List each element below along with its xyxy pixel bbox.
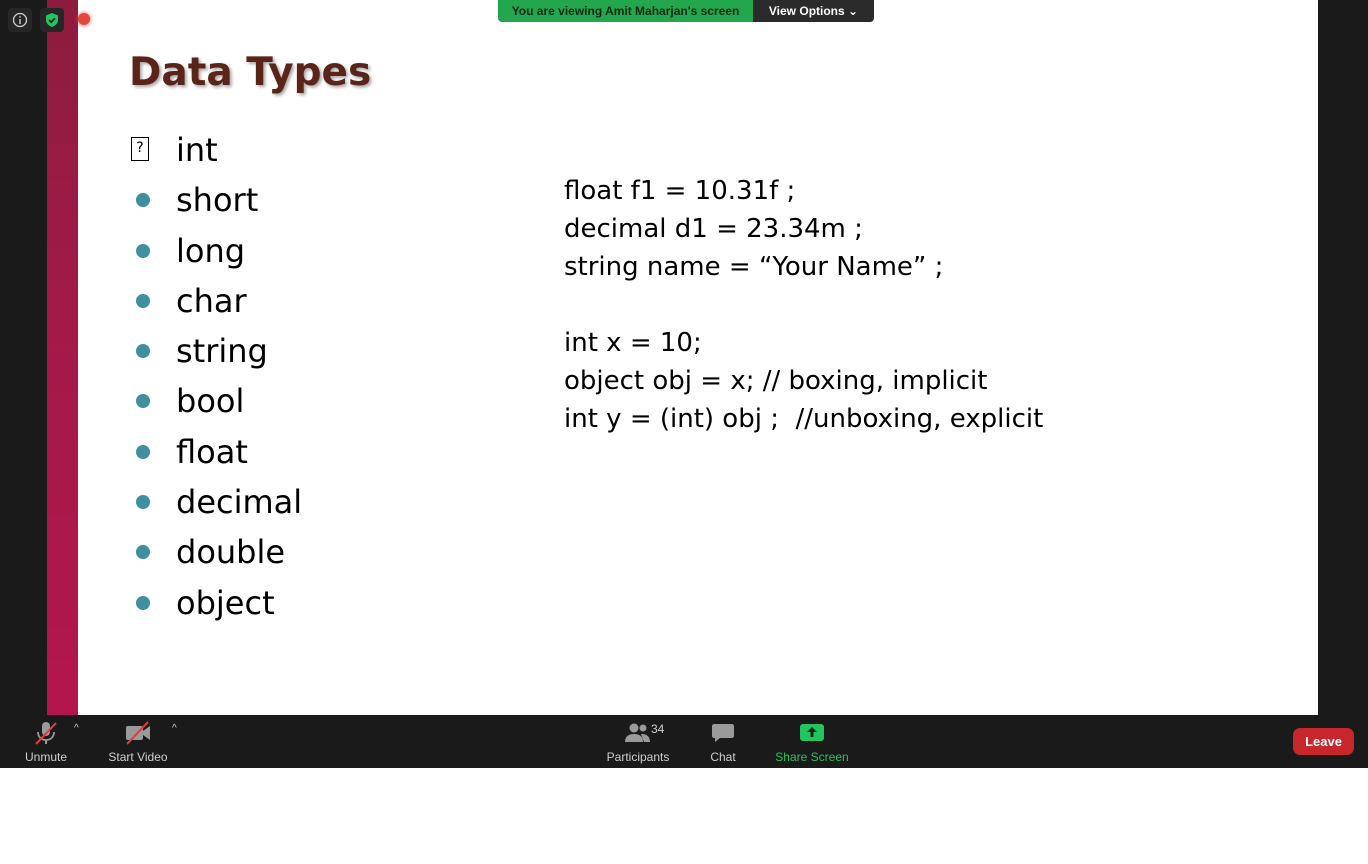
bullet-dot-icon [136, 495, 150, 510]
audio-options-chevron-up-icon[interactable]: ^ [74, 723, 79, 734]
chat-bubble-icon [711, 719, 735, 747]
share-screen-label: Share Screen [775, 750, 849, 764]
shared-slide: Data Types ? int short long char string [47, 0, 1318, 715]
chevron-down-icon: ⌄ [848, 4, 859, 18]
list-item-label: object [176, 583, 275, 622]
code-spacer [564, 286, 1043, 324]
list-item: char [129, 279, 302, 329]
participants-label: Participants [606, 750, 670, 764]
code-line: string name = “Your Name” ; [564, 252, 944, 282]
code-example: float f1 = 10.31f ; decimal d1 = 23.34m … [564, 172, 1043, 438]
share-screen-button[interactable]: Share Screen [774, 719, 850, 765]
viewing-banner-text: You are viewing Amit Maharjan's screen [498, 0, 753, 22]
bullet-dot-icon [136, 545, 150, 560]
list-item: bool [129, 379, 302, 429]
list-item: short [129, 178, 302, 228]
list-item: ? int [129, 128, 302, 178]
code-line: decimal d1 = 23.34m ; [564, 214, 863, 244]
recording-dot-icon [78, 13, 90, 25]
code-line: int x = 10; [564, 328, 702, 358]
list-item-label: short [176, 181, 259, 220]
camera-off-icon [124, 719, 152, 747]
chat-button[interactable]: Chat [706, 719, 740, 765]
bullet-dot-icon [136, 243, 150, 258]
missing-glyph-icon: ? [131, 137, 149, 161]
start-video-button[interactable]: Start Video [106, 719, 170, 765]
share-screen-icon [799, 719, 825, 747]
list-item-label: char [176, 281, 247, 320]
code-line: object obj = x; // boxing, implicit [564, 366, 988, 396]
shield-check-icon[interactable] [40, 8, 64, 32]
bullet-dot-icon [136, 595, 150, 610]
list-item-label: double [176, 533, 286, 572]
list-item-label: float [176, 432, 248, 471]
chat-label: Chat [710, 750, 736, 764]
leave-button[interactable]: Leave [1293, 728, 1354, 755]
list-item-label: int [176, 131, 218, 169]
slide-title: Data Types [129, 50, 372, 95]
code-line: int y = (int) obj ; //unboxing, explicit [564, 404, 1044, 434]
participants-icon [624, 719, 652, 747]
view-options-button[interactable]: View Options ⌄ [753, 0, 874, 22]
start-video-label: Start Video [108, 750, 168, 764]
zoom-window: Data Types ? int short long char string [0, 0, 1368, 768]
unmute-button[interactable]: Unmute [20, 719, 72, 765]
viewing-banner: You are viewing Amit Maharjan's screen V… [498, 0, 874, 22]
meeting-status-icons [8, 8, 64, 32]
microphone-muted-icon [33, 719, 59, 747]
list-item: float [129, 430, 302, 480]
unmute-label: Unmute [24, 750, 68, 764]
bullet-dot-icon [136, 293, 150, 308]
code-line: float f1 = 10.31f ; [564, 176, 796, 206]
list-item: decimal [129, 480, 302, 530]
bullet-dot-icon [136, 394, 150, 409]
list-item-label: bool [176, 382, 245, 421]
list-item: string [129, 329, 302, 379]
slide-side-stripe [47, 0, 78, 715]
list-item: object [129, 581, 302, 631]
list-item: long [129, 229, 302, 279]
list-item-label: long [176, 231, 246, 270]
video-options-chevron-up-icon[interactable]: ^ [172, 723, 177, 734]
list-item: double [129, 530, 302, 580]
participants-count-badge: 34 [651, 722, 665, 736]
bullet-dot-icon [136, 444, 150, 459]
info-icon[interactable] [8, 8, 32, 32]
bullet-dot-icon [136, 344, 150, 359]
list-item-label: decimal [176, 483, 303, 522]
data-types-list: ? int short long char string bool float … [129, 128, 302, 631]
bullet-dot-icon [136, 193, 150, 208]
view-options-label: View Options [768, 4, 845, 18]
meeting-toolbar: Unmute ^ Start Video ^ Participants Chat… [0, 715, 1368, 768]
list-item-label: string [176, 332, 268, 371]
